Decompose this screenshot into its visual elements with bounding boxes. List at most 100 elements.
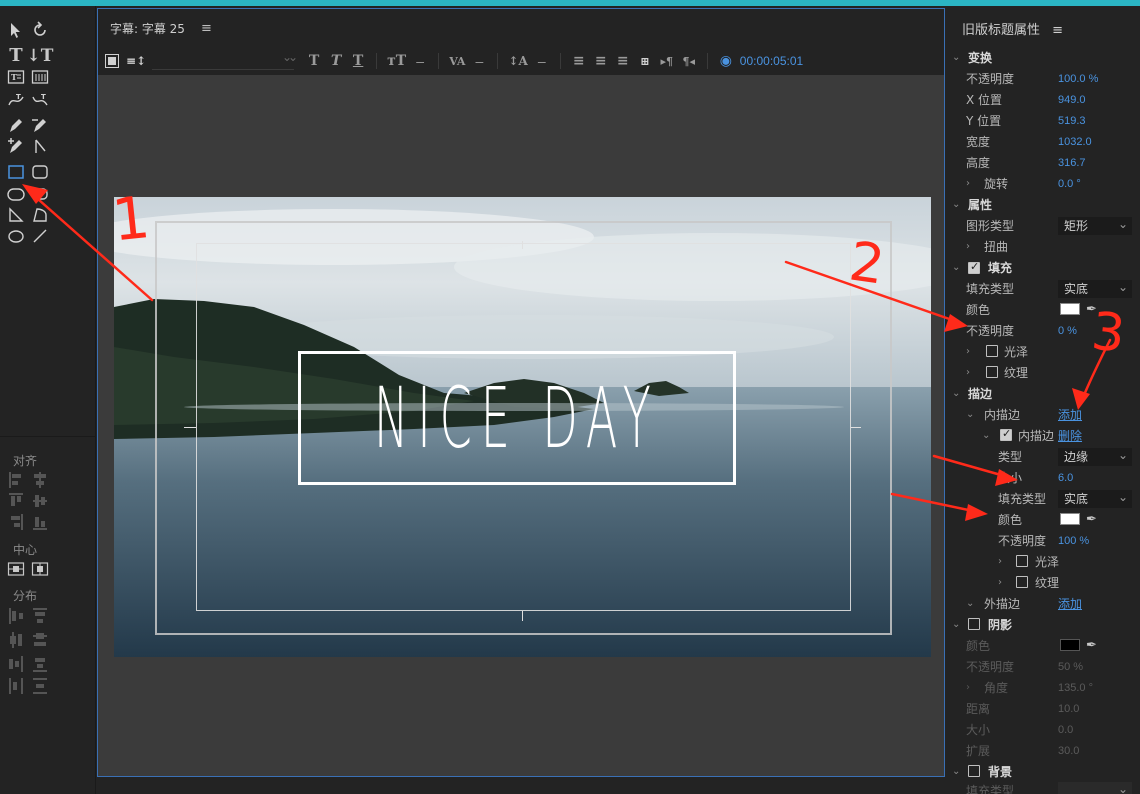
fill-color-swatch[interactable]	[1060, 303, 1080, 315]
stroke-type-dropdown[interactable]: 边缘	[1058, 446, 1132, 466]
font-family-dropdown[interactable]	[152, 50, 295, 70]
rectangle-shape[interactable]: NICE DAY	[298, 351, 736, 485]
tab-right-icon[interactable]: ¶◂	[681, 51, 697, 71]
fill-opacity-value[interactable]: 0 %	[1058, 325, 1077, 337]
width-value[interactable]: 1032.0	[1058, 136, 1092, 148]
convert-anchor-tool-icon[interactable]	[30, 136, 50, 156]
clipped-corner-rectangle-tool-icon[interactable]	[6, 184, 26, 204]
fill-section-header[interactable]: ⌄填充	[946, 257, 1140, 278]
title-canvas[interactable]: NICE DAY	[114, 197, 931, 657]
stroke-texture-row[interactable]: › 纹理	[946, 572, 1140, 593]
inner-stroke-add-link[interactable]: 添加	[1058, 406, 1082, 423]
wedge-tool-icon[interactable]	[6, 205, 26, 225]
tab-stops-icon[interactable]: ⊞	[637, 51, 653, 71]
align-top-icon[interactable]	[9, 493, 23, 509]
rotation-tool-icon[interactable]	[30, 20, 50, 40]
rounded-corner-rectangle-tool-icon[interactable]	[30, 184, 50, 204]
font-size-icon[interactable]: тT	[387, 51, 406, 71]
stroke-sheen-checkbox[interactable]	[1016, 555, 1028, 567]
distribute-top-icon[interactable]	[33, 608, 47, 624]
distribute-left-icon[interactable]	[9, 608, 23, 624]
inner-stroke-checkbox[interactable]	[1000, 427, 1012, 441]
bold-icon[interactable]: T	[306, 51, 322, 71]
fill-checkbox[interactable]	[968, 260, 980, 274]
eyedropper-icon[interactable]: ✒	[1086, 512, 1097, 527]
distribute-center-vertical-icon[interactable]	[33, 632, 47, 648]
roll-crawl-options-icon[interactable]: ≡↕	[126, 51, 146, 71]
stroke-sheen-row[interactable]: › 光泽	[946, 551, 1140, 572]
vertical-path-type-tool-icon[interactable]: T	[30, 90, 50, 110]
fill-sheen-row[interactable]: › 光泽	[946, 341, 1140, 362]
attributes-section-header[interactable]: ⌄ 属性	[946, 194, 1140, 215]
stroke-fill-type-dropdown[interactable]: 实底	[1058, 488, 1132, 508]
x-position-value[interactable]: 949.0	[1058, 94, 1086, 106]
stroke-size-value[interactable]: 6.0	[1058, 472, 1073, 484]
path-type-tool-icon[interactable]: T	[6, 90, 26, 110]
stroke-texture-checkbox[interactable]	[1016, 576, 1028, 588]
align-left-icon[interactable]	[9, 472, 23, 488]
align-center-horizontal-icon[interactable]	[33, 472, 47, 488]
vertical-area-type-tool-icon[interactable]	[30, 67, 50, 87]
distribute-center-horizontal-icon[interactable]	[9, 632, 23, 648]
underline-icon[interactable]: T	[350, 51, 366, 71]
distribute-bottom-icon[interactable]	[33, 656, 47, 672]
inner-stroke-item-row[interactable]: ⌄内描边删除	[946, 425, 1140, 446]
rounded-rectangle-tool-icon[interactable]	[30, 162, 50, 182]
shadow-checkbox[interactable]	[968, 618, 980, 630]
align-right-text-icon[interactable]: ≡	[615, 51, 631, 71]
arc-tool-icon[interactable]	[30, 205, 50, 225]
fill-texture-checkbox[interactable]	[986, 366, 998, 378]
align-right-icon[interactable]	[9, 514, 23, 530]
align-bottom-icon[interactable]	[33, 514, 47, 530]
kerning-value[interactable]: –	[471, 51, 487, 71]
height-value[interactable]: 316.7	[1058, 157, 1086, 169]
eyedropper-icon[interactable]: ✒	[1086, 302, 1097, 317]
area-type-tool-icon[interactable]: T	[6, 67, 26, 87]
rotation-value[interactable]: 0.0 °	[1058, 178, 1081, 190]
transform-section-header[interactable]: ⌄ 变换	[946, 47, 1140, 68]
stroke-opacity-value[interactable]: 100 %	[1058, 535, 1089, 547]
leading-icon[interactable]: ↕A	[508, 51, 527, 71]
outer-stroke-row[interactable]: ⌄ 外描边 添加	[946, 593, 1140, 614]
rotation-row[interactable]: › 旋转 0.0 °	[946, 173, 1140, 194]
nice-day-title-text[interactable]: NICE DAY	[374, 369, 660, 467]
background-section-header[interactable]: ⌄ 背景	[946, 761, 1140, 782]
align-left-text-icon[interactable]: ≡	[571, 51, 587, 71]
line-tool-icon[interactable]	[30, 226, 50, 246]
stroke-color-swatch[interactable]	[1060, 513, 1080, 525]
tab-left-icon[interactable]: ▸¶	[659, 51, 675, 71]
ellipse-tool-icon[interactable]	[6, 226, 26, 246]
background-checkbox[interactable]	[968, 765, 980, 777]
fill-sheen-checkbox[interactable]	[986, 345, 998, 357]
y-position-value[interactable]: 519.3	[1058, 115, 1086, 127]
background-video-timecode[interactable]: 00:00:05:01	[740, 54, 803, 68]
selection-tool-icon[interactable]	[6, 20, 26, 40]
align-center-text-icon[interactable]: ≡	[593, 51, 609, 71]
hamburger-icon[interactable]: ≡	[1052, 23, 1063, 38]
align-center-vertical-icon[interactable]	[33, 493, 47, 509]
kerning-icon[interactable]: VA	[449, 51, 465, 71]
hamburger-icon[interactable]: ≡	[201, 21, 212, 36]
transform-opacity-value[interactable]: 100.0 %	[1058, 73, 1098, 85]
fill-type-dropdown[interactable]: 实底	[1058, 278, 1132, 298]
type-tool-icon[interactable]: T	[6, 46, 26, 66]
template-icon[interactable]	[104, 51, 120, 71]
inner-stroke-delete-link[interactable]: 删除	[1058, 427, 1082, 444]
stroke-section-header[interactable]: ⌄ 描边	[946, 383, 1140, 404]
distribute-horizontal-even-icon[interactable]	[9, 678, 23, 694]
pen-tool-icon[interactable]	[6, 115, 26, 135]
distribute-right-icon[interactable]	[9, 656, 23, 672]
shape-type-dropdown[interactable]: 矩形	[1058, 215, 1132, 235]
delete-anchor-tool-icon[interactable]	[30, 115, 50, 135]
add-anchor-tool-icon[interactable]	[6, 136, 26, 156]
show-background-video-icon[interactable]: ◉	[718, 51, 734, 71]
shadow-section-header[interactable]: ⌄ 阴影	[946, 614, 1140, 635]
center-vertical-icon[interactable]	[30, 559, 50, 579]
distort-row[interactable]: › 扭曲	[946, 236, 1140, 257]
font-size-value[interactable]: –	[412, 51, 428, 71]
fill-texture-row[interactable]: › 纹理	[946, 362, 1140, 383]
leading-value[interactable]: –	[534, 51, 550, 71]
vertical-type-tool-icon[interactable]: ↓T	[27, 46, 54, 66]
center-horizontal-icon[interactable]	[6, 559, 26, 579]
outer-stroke-add-link[interactable]: 添加	[1058, 595, 1082, 612]
